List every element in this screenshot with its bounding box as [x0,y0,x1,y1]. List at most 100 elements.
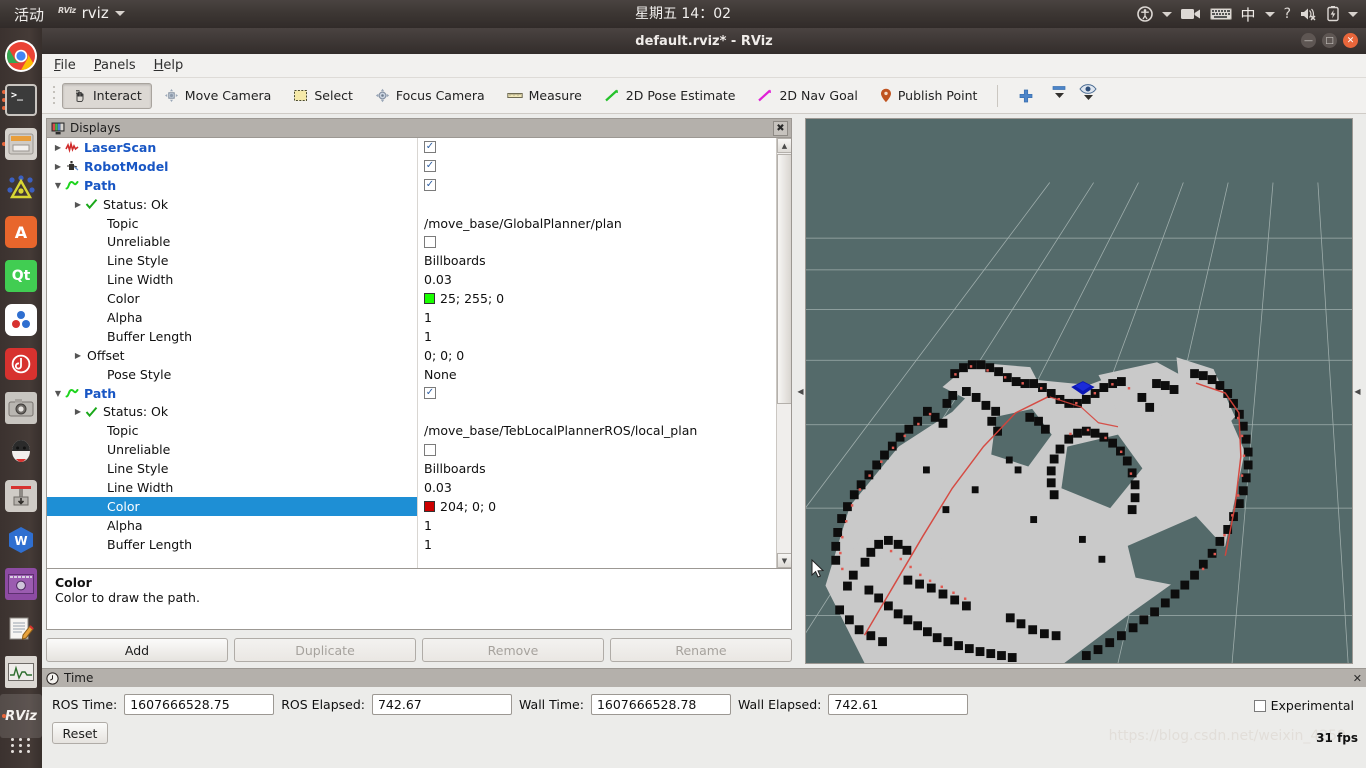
tree-value-path-global[interactable]: ✓ [418,176,791,195]
expand-arrow[interactable] [93,312,103,322]
tree-row-path-global[interactable]: ▼ Path [47,176,417,195]
maximize-button[interactable]: □ [1322,33,1337,48]
tree-row-global-offset[interactable]: ▶ Offset [47,346,417,365]
expand-arrow[interactable] [93,520,103,530]
wall-time-input[interactable]: 1607666528.78 [590,694,731,715]
tool-select[interactable]: Select [283,83,363,109]
expand-arrow[interactable]: ▶ [73,350,83,360]
tree-row-local-color[interactable]: Color [47,496,417,516]
tool-interact[interactable]: Interact [62,82,152,109]
expand-arrow[interactable] [93,369,103,379]
tree-value-laserscan[interactable]: ✓ [418,138,791,157]
expand-arrow[interactable] [93,539,103,549]
launcher-item-ubuntu-software[interactable]: A [0,210,42,254]
tree-row-global-unreliable[interactable]: Unreliable [47,232,417,251]
tree-row-global-topic[interactable]: Topic [47,214,417,233]
tree-row-laserscan[interactable]: ▶ LaserScan [47,138,417,157]
tree-row-local-topic[interactable]: Topic [47,421,417,440]
expand-arrow[interactable]: ▼ [53,388,63,398]
tree-row-global-pose-style[interactable]: Pose Style [47,365,417,384]
chevron-down-icon[interactable] [1264,11,1275,17]
tree-row-local-status[interactable]: ▶ Status: Ok [47,402,417,421]
tree-row-global-alpha[interactable]: Alpha [47,308,417,327]
visibility-checkbox[interactable]: ✓ [424,141,436,154]
tree-value-global-color[interactable]: 25; 255; 0 [418,289,791,308]
left-splitter-handle[interactable]: ◀ [796,118,805,664]
expand-arrow[interactable] [93,237,103,247]
tree-value-local-line-width[interactable]: 0.03 [418,478,791,497]
visibility-checkbox[interactable]: ✓ [424,160,436,173]
launcher-item-netease-music[interactable] [0,342,42,386]
expand-arrow[interactable]: ▶ [73,407,83,417]
tool-measure[interactable]: Measure [497,83,592,109]
launcher-item-ros[interactable] [0,166,42,210]
tree-row-global-status[interactable]: ▶ Status: Ok [47,195,417,214]
scrollbar-thumb[interactable] [777,154,791,404]
tool-move-camera[interactable]: Move Camera [154,83,282,109]
expand-arrow[interactable] [93,482,103,492]
screencast-icon[interactable] [1180,7,1201,21]
visibility-checkbox[interactable]: ✓ [424,387,436,400]
accessibility-icon[interactable] [1136,6,1153,22]
expand-arrow[interactable] [93,331,103,341]
launcher-item-system-monitor[interactable] [0,650,42,694]
launcher-item-video-player[interactable] [0,562,42,606]
menu-panels[interactable]: Panels [94,58,136,73]
launcher-item-drive-mount[interactable] [0,474,42,518]
launcher-item-text-editor[interactable] [0,606,42,650]
tree-row-local-alpha[interactable]: Alpha [47,516,417,535]
expand-arrow[interactable] [93,426,103,436]
show-applications-button[interactable] [0,730,42,760]
unreliable-checkbox[interactable] [424,235,436,248]
tree-value-global-alpha[interactable]: 1 [418,308,791,327]
expand-arrow[interactable] [93,464,103,474]
tree-row-local-unreliable[interactable]: Unreliable [47,440,417,459]
tree-row-local-line-width[interactable]: Line Width [47,478,417,497]
3d-render-view[interactable] [805,118,1353,664]
color-swatch[interactable] [424,293,435,305]
close-button[interactable]: ✕ [1343,33,1358,48]
launcher-item-wps-office[interactable] [0,298,42,342]
unreliable-checkbox[interactable] [424,443,436,456]
launcher-item-terminal[interactable]: >_ [0,78,42,122]
close-icon[interactable]: ✖ [773,121,788,136]
tree-row-global-buffer-length[interactable]: Buffer Length [47,327,417,346]
add-button[interactable]: Add [46,638,228,662]
tree-value-global-pose-style[interactable]: None [418,365,791,384]
battery-icon[interactable] [1327,6,1339,22]
expand-arrow[interactable] [93,445,103,455]
ros-elapsed-input[interactable]: 742.67 [371,694,512,715]
add-tool-button[interactable] [1008,83,1044,109]
tree-row-local-buffer-length[interactable]: Buffer Length [47,535,417,554]
minimize-button[interactable]: — [1301,33,1316,48]
launcher-item-camera[interactable] [0,386,42,430]
tree-row-path-local[interactable]: ▼ Path [47,384,417,403]
input-method-icon[interactable]: 中 [1241,4,1256,25]
chevron-down-icon[interactable] [1161,11,1172,17]
menu-file[interactable]: File [54,58,76,73]
menu-help[interactable]: Help [154,58,184,73]
tree-row-robotmodel[interactable]: ▶ RobotModel [47,157,417,176]
help-icon[interactable]: ? [1284,6,1291,22]
visibility-checkbox[interactable]: ✓ [424,179,436,192]
experimental-checkbox-group[interactable]: Experimental [1253,698,1354,713]
launcher-item-wps-writer[interactable]: W [0,518,42,562]
tree-value-local-topic[interactable]: /move_base/TebLocalPlannerROS/local_plan [418,421,791,440]
expand-arrow[interactable] [93,294,103,304]
duplicate-button[interactable]: Duplicate [234,638,416,662]
color-swatch[interactable] [424,500,435,512]
tree-value-global-topic[interactable]: /move_base/GlobalPlanner/plan [418,214,791,233]
launcher-item-files[interactable] [0,122,42,166]
expand-arrow[interactable]: ▶ [53,161,63,171]
expand-arrow[interactable] [93,218,103,228]
chevron-down-icon[interactable] [1348,11,1358,17]
tree-value-local-unreliable[interactable] [418,440,791,459]
scroll-up-button[interactable]: ▲ [777,138,791,153]
tree-row-global-line-style[interactable]: Line Style [47,251,417,270]
keyboard-icon[interactable] [1209,7,1232,21]
volume-muted-icon[interactable] [1300,7,1318,21]
tree-value-local-alpha[interactable]: 1 [418,516,791,535]
remove-button[interactable]: Remove [422,638,604,662]
tree-value-local-line-style[interactable]: Billboards [418,459,791,478]
expand-arrow[interactable]: ▶ [73,199,83,209]
